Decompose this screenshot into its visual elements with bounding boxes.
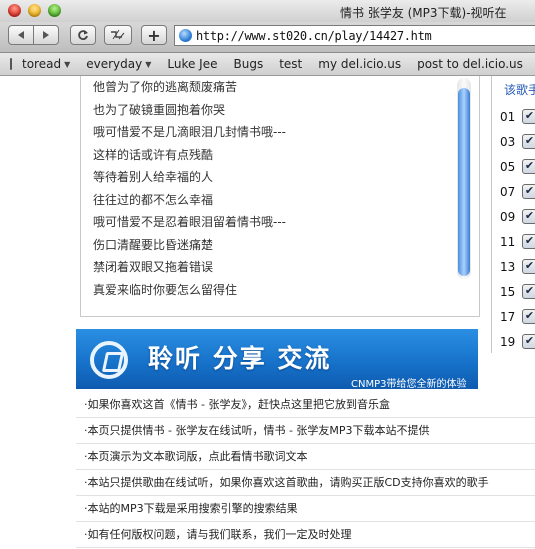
song-checkbox[interactable]: ✔	[522, 284, 535, 299]
info-link[interactable]: ·如果你喜欢这首《情书 - 张学友》，赶快点这里把它放到音乐盒	[76, 392, 535, 418]
lyrics-scrollbar-thumb[interactable]	[458, 88, 470, 276]
arrow-right-icon	[43, 31, 49, 39]
info-link[interactable]: ·本页演示为文本歌词版，点此看情书歌词文本	[76, 444, 535, 470]
lyric-line: 哦可惜爱不是忍着眼泪留着情书哦---	[93, 215, 286, 229]
address-bar[interactable]: http://www.st020.cn/play/14427.htm	[174, 25, 535, 46]
bookmark-bugs[interactable]: Bugs	[233, 57, 263, 71]
song-checkbox[interactable]: ✔	[522, 234, 535, 249]
bookmark-test[interactable]: test	[279, 57, 302, 71]
window-titlebar: 情书 张学友 (MP3下载)-视听在	[0, 0, 535, 22]
song-checkbox[interactable]: ✔	[522, 209, 535, 224]
minimize-window-button[interactable]	[28, 4, 41, 17]
info-item: ·本站只提供歌曲在线试听，如果你喜欢这首歌曲，请购买正版CD支持你喜欢的歌手	[76, 470, 535, 496]
lyric-line: 真爱来临时你要怎么留得住	[93, 282, 238, 297]
lyric-line: 哦可惜爱不是几滴眼泪几封情书哦---	[93, 125, 286, 139]
info-item: ·本站的MP3下载是采用搜索引擎的搜索结果	[76, 496, 535, 522]
song-checkbox[interactable]: ✔	[522, 259, 535, 274]
lyric-line: 禁闭着双眼又拖着错误	[93, 260, 214, 274]
url-text[interactable]: http://www.st020.cn/play/14427.htm	[196, 29, 432, 43]
snapback-button[interactable]	[104, 25, 132, 45]
bookmarks-book-icon[interactable]	[10, 58, 12, 70]
back-button[interactable]	[8, 25, 34, 45]
close-window-button[interactable]	[8, 4, 21, 17]
lyrics-list: 他曾为了你的逃离颓废痛苦 也为了破镜重圆抱着你哭 哦可惜爱不是几滴眼泪几封情书哦…	[93, 76, 453, 301]
chevron-down-icon: ▼	[145, 59, 152, 69]
sidebar-heading[interactable]: 该歌手	[504, 81, 535, 98]
song-checkbox[interactable]: ✔	[522, 134, 535, 149]
artist-songs-sidebar: 该歌手 01✔ 03✔ 05✔ 07✔ 09✔ 11✔ 13✔ 15✔ 17✔ …	[491, 76, 535, 353]
window-title: 情书 张学友 (MP3下载)-视听在	[340, 6, 507, 20]
song-row: 19 ✔	[492, 331, 535, 353]
info-list: ·如果你喜欢这首《情书 - 张学友》，赶快点这里把它放到音乐盒 ·本页只提供情书…	[76, 392, 535, 548]
reload-button[interactable]	[70, 25, 96, 45]
banner-note: CNMP3带给您全新的体验	[351, 379, 467, 389]
song-row: 01 ✔	[492, 106, 535, 131]
globe-icon	[179, 29, 192, 42]
bookmark-my-delicious[interactable]: my del.icio.us	[318, 57, 401, 71]
song-checkbox[interactable]: ✔	[522, 184, 535, 199]
song-checkbox[interactable]: ✔	[522, 309, 535, 324]
bookmark-everyday[interactable]: everyday ▼	[86, 57, 151, 71]
bookmark-luke-jee[interactable]: Luke Jee	[167, 57, 217, 71]
arrow-left-icon	[18, 31, 24, 39]
song-row: 09 ✔	[492, 206, 535, 231]
zoom-window-button[interactable]	[48, 4, 61, 17]
bookmark-post-to-delicious[interactable]: post to del.icio.us	[417, 57, 523, 71]
song-row: 03 ✔	[492, 131, 535, 156]
chevron-down-icon: ▼	[64, 59, 71, 69]
song-row: 17 ✔	[492, 306, 535, 331]
chat-logo-icon	[90, 341, 128, 379]
lyric-line: 他曾为了你的逃离颓废痛苦	[93, 80, 238, 94]
bookmark-toread[interactable]: toread ▼	[22, 57, 70, 71]
song-row: 11 ✔	[492, 231, 535, 256]
lyric-line: 往往过的都不怎么幸福	[93, 192, 214, 207]
lyrics-panel: 他曾为了你的逃离颓废痛苦 也为了破镜重圆抱着你哭 哦可惜爱不是几滴眼泪几封情书哦…	[80, 76, 480, 317]
song-row: 13 ✔	[492, 256, 535, 281]
song-row: 15 ✔	[492, 281, 535, 306]
song-checkbox[interactable]: ✔	[522, 159, 535, 174]
lyric-line: 这样的话或许有点残酷	[93, 147, 214, 162]
banner-slogan: 聆听 分享 交流	[148, 344, 332, 373]
info-item: ·如有任何版权问题，请与我们联系，我们一定及时处理	[76, 522, 535, 548]
song-checkbox[interactable]: ✔	[522, 109, 535, 124]
add-bookmark-button[interactable]: +	[141, 25, 167, 45]
bookmarks-bar: toread ▼ everyday ▼ Luke Jee Bugs test my …	[0, 53, 535, 76]
page-content: 他曾为了你的逃离颓废痛苦 也为了破镜重圆抱着你哭 哦可惜爱不是几滴眼泪几封情书哦…	[0, 76, 535, 549]
forward-button[interactable]	[33, 25, 59, 45]
info-link[interactable]: ·本页只提供情书 - 张学友在线试听，情书 - 张学友MP3下载本站不提供	[76, 418, 535, 444]
promo-banner[interactable]: 聆听 分享 交流 CNMP3带给您全新的体验	[76, 329, 478, 389]
snapback-icon	[111, 29, 125, 40]
song-row: 07 ✔	[492, 181, 535, 206]
browser-toolbar: + http://www.st020.cn/play/14427.htm	[0, 22, 535, 53]
lyric-line: 伤口清醒要比昏迷痛楚	[93, 237, 214, 252]
lyric-line: 等待着别人给幸福的人	[93, 170, 214, 184]
lyrics-scrollbar[interactable]	[457, 78, 471, 279]
song-checkbox[interactable]: ✔	[522, 334, 535, 349]
lyric-line: 也为了破镜重圆抱着你哭	[93, 102, 226, 117]
reload-icon	[78, 30, 88, 40]
song-row: 05 ✔	[492, 156, 535, 181]
